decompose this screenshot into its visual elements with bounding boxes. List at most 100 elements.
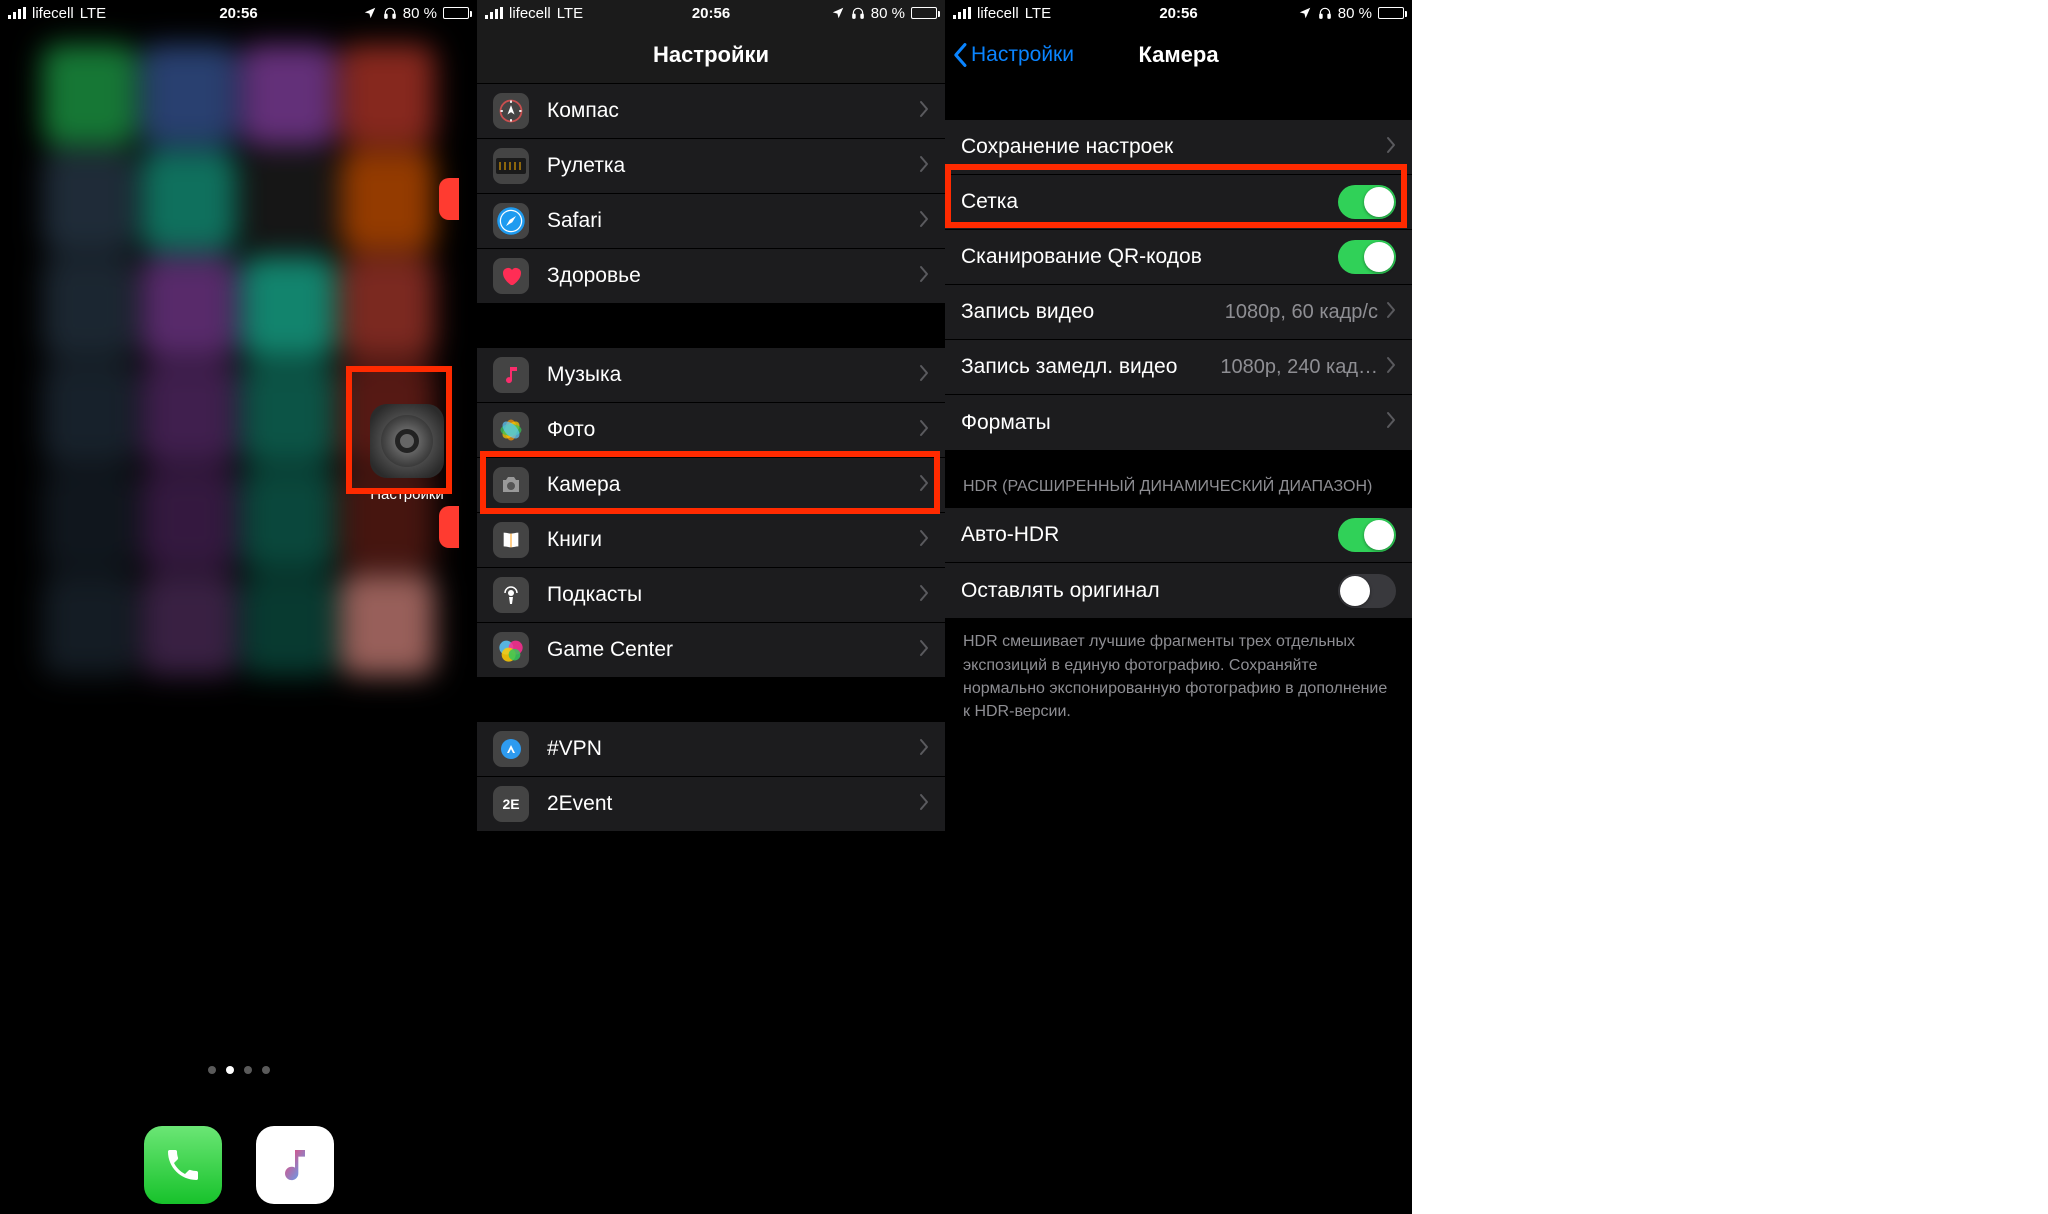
settings-row-music[interactable]: Музыка xyxy=(477,348,945,403)
chevron-right-icon xyxy=(919,100,929,123)
settings-row-podcasts[interactable]: Подкасты xyxy=(477,568,945,623)
camera-row-запись-замедл.-видео[interactable]: Запись замедл. видео1080p, 240 кад… xyxy=(945,340,1412,395)
back-label: Настройки xyxy=(971,43,1074,67)
gamecenter-icon xyxy=(493,632,529,668)
2event-icon: 2E xyxy=(493,786,529,822)
navbar: Настройки xyxy=(477,26,945,84)
page-indicator[interactable] xyxy=(208,1066,270,1074)
gear-icon xyxy=(370,404,444,478)
chevron-right-icon xyxy=(1386,411,1396,434)
row-label: Запись видео xyxy=(961,300,1225,324)
status-bar: lifecell LTE 20:56 80 % xyxy=(945,0,1412,26)
nav-title: Настройки xyxy=(653,42,769,68)
dock xyxy=(144,1126,334,1204)
chevron-right-icon xyxy=(919,639,929,662)
row-label: Форматы xyxy=(961,411,1386,435)
navbar: Настройки Камера xyxy=(945,26,1412,84)
battery-pct: 80 % xyxy=(403,5,437,22)
battery-icon xyxy=(443,7,469,19)
headphones-icon xyxy=(1318,6,1332,20)
row-value: 1080p, 60 кадр/с xyxy=(1225,301,1378,324)
camera-icon xyxy=(493,467,529,503)
signal-bars-icon xyxy=(8,7,26,19)
toggle[interactable] xyxy=(1338,518,1396,552)
settings-row-compass[interactable]: Компас xyxy=(477,84,945,139)
decorative-notch xyxy=(439,506,459,548)
location-icon xyxy=(1298,6,1312,20)
settings-row-measure[interactable]: Рулетка xyxy=(477,139,945,194)
signal-bars-icon xyxy=(485,7,503,19)
back-button[interactable]: Настройки xyxy=(953,26,1074,84)
settings-row-vpn[interactable]: #VPN xyxy=(477,722,945,777)
camera-row-авто-hdr[interactable]: Авто-HDR xyxy=(945,508,1412,563)
compass-icon xyxy=(493,93,529,129)
row-label: Музыка xyxy=(547,363,919,387)
health-icon xyxy=(493,258,529,294)
podcasts-icon xyxy=(493,577,529,613)
chevron-right-icon xyxy=(919,738,929,761)
hdr-section-header: HDR (РАСШИРЕННЫЙ ДИНАМИЧЕСКИЙ ДИАПАЗОН) xyxy=(945,450,1412,508)
books-icon xyxy=(493,522,529,558)
camera-settings-group-1: Сохранение настроек Сетка Сканирование QR-… xyxy=(945,120,1412,450)
row-label: Сканирование QR-кодов xyxy=(961,245,1338,269)
row-label: Сохранение настроек xyxy=(961,135,1386,159)
chevron-right-icon xyxy=(919,474,929,497)
music-app[interactable] xyxy=(256,1126,334,1204)
hdr-footer-note: HDR смешивает лучшие фрагменты трех отде… xyxy=(945,618,1412,735)
settings-row-camera[interactable]: Камера xyxy=(477,458,945,513)
chevron-right-icon xyxy=(919,793,929,816)
settings-row-2event[interactable]: 2E2Event xyxy=(477,777,945,832)
signal-bars-icon xyxy=(953,7,971,19)
vpn-icon xyxy=(493,731,529,767)
row-label: Сетка xyxy=(961,190,1338,214)
camera-row-сохранение-настроек[interactable]: Сохранение настроек xyxy=(945,120,1412,175)
settings-app-label: Настройки xyxy=(358,486,456,503)
phone-app[interactable] xyxy=(144,1126,222,1204)
row-label: Книги xyxy=(547,528,919,552)
row-label: Авто-HDR xyxy=(961,523,1338,547)
camera-row-запись-видео[interactable]: Запись видео1080p, 60 кадр/с xyxy=(945,285,1412,340)
camera-row-сканирование-qr-кодов[interactable]: Сканирование QR-кодов xyxy=(945,230,1412,285)
row-label: Оставлять оригинал xyxy=(961,579,1338,603)
settings-list: Компас Рулетка Safari Здоровье Музыка Фото Кам… xyxy=(477,84,945,840)
row-label: Game Center xyxy=(547,638,919,662)
chevron-right-icon xyxy=(1386,356,1396,379)
battery-icon xyxy=(1378,7,1404,19)
row-label: Камера xyxy=(547,473,919,497)
network-label: LTE xyxy=(80,5,106,22)
toggle[interactable] xyxy=(1338,185,1396,219)
chevron-right-icon xyxy=(919,529,929,552)
row-label: Подкасты xyxy=(547,583,919,607)
chevron-right-icon xyxy=(919,584,929,607)
panel-camera-settings: lifecell LTE 20:56 80 % Настройки Камера… xyxy=(945,0,1412,1214)
camera-row-форматы[interactable]: Форматы xyxy=(945,395,1412,450)
settings-row-health[interactable]: Здоровье xyxy=(477,249,945,304)
camera-settings-group-2: Авто-HDR Оставлять оригинал xyxy=(945,508,1412,618)
decorative-notch xyxy=(439,178,459,220)
row-label: Здоровье xyxy=(547,264,919,288)
camera-row-сетка[interactable]: Сетка xyxy=(945,175,1412,230)
settings-row-photos[interactable]: Фото xyxy=(477,403,945,458)
status-bar: lifecell LTE 20:56 80 % xyxy=(477,0,945,26)
settings-row-gamecenter[interactable]: Game Center xyxy=(477,623,945,678)
nav-title: Камера xyxy=(1138,42,1218,68)
blurred-apps xyxy=(36,38,441,1214)
safari-icon xyxy=(493,203,529,239)
row-label: Компас xyxy=(547,99,919,123)
settings-app[interactable]: Настройки xyxy=(358,404,456,503)
chevron-left-icon xyxy=(953,42,969,68)
measure-icon xyxy=(493,148,529,184)
headphones-icon xyxy=(851,6,865,20)
settings-row-books[interactable]: Книги xyxy=(477,513,945,568)
home-screen: Настройки xyxy=(36,38,441,1214)
toggle[interactable] xyxy=(1338,574,1396,608)
carrier-label: lifecell xyxy=(32,5,74,22)
settings-row-safari[interactable]: Safari xyxy=(477,194,945,249)
toggle[interactable] xyxy=(1338,240,1396,274)
row-label: Рулетка xyxy=(547,154,919,178)
location-icon xyxy=(363,6,377,20)
camera-row-оставлять-оригинал[interactable]: Оставлять оригинал xyxy=(945,563,1412,618)
clock: 20:56 xyxy=(219,5,257,22)
status-bar: lifecell LTE 20:56 80 % xyxy=(0,0,477,26)
page-margin xyxy=(1412,0,2048,1214)
